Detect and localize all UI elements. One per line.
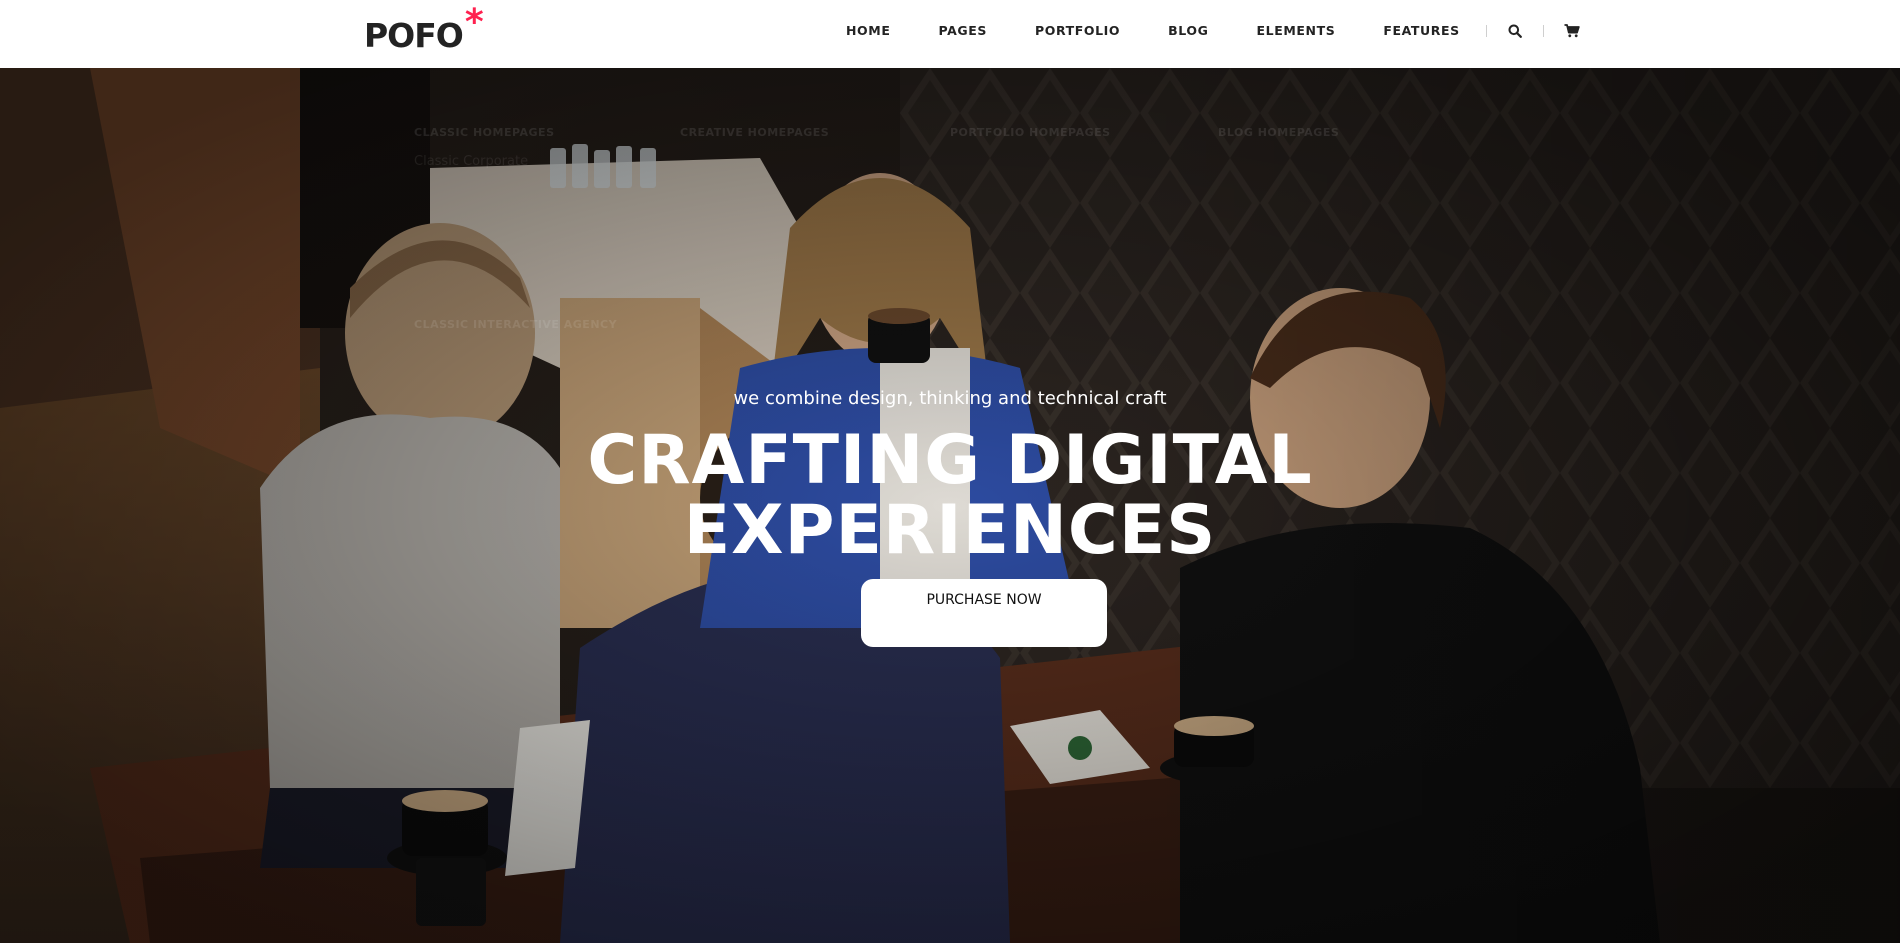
ghost-menu-item: Classic Corporate <box>414 154 529 169</box>
hero-headline-line1: CRAFTING DIGITAL <box>587 421 1313 500</box>
ghost-menu-heading: CLASSIC HOMEPAGES <box>414 126 555 139</box>
nav-item-portfolio[interactable]: PORTFOLIO <box>1011 0 1144 62</box>
hero-headline-line2: EXPERIENCES <box>683 491 1217 570</box>
site-logo[interactable]: POFO * <box>364 2 484 58</box>
ghost-menu-heading: BLOG HOMEPAGES <box>1218 126 1340 139</box>
hero-section: CLASSIC HOMEPAGES Classic Corporate CREA… <box>0 68 1900 943</box>
nav-item-home[interactable]: HOME <box>824 0 914 62</box>
ghost-menu-heading: CREATIVE HOMEPAGES <box>680 126 830 139</box>
nav-item-features[interactable]: FEATURES <box>1359 0 1483 62</box>
hero-tagline: we combine design, thinking and technica… <box>733 388 1167 409</box>
site-header: POFO * HOME PAGES PORTFOLIO BLOG ELEMENT… <box>0 0 1900 68</box>
search-icon[interactable] <box>1489 0 1541 62</box>
nav-divider <box>1542 25 1544 37</box>
purchase-now-button[interactable]: PURCHASE NOW <box>861 579 1107 647</box>
main-nav: HOME PAGES PORTFOLIO BLOG ELEMENTS FEATU… <box>824 0 1598 62</box>
logo-asterisk: * <box>464 2 484 43</box>
ghost-menu-heading: CLASSIC INTERACTIVE AGENCY <box>414 318 618 331</box>
hero-headline: CRAFTING DIGITAL EXPERIENCES <box>0 426 1900 566</box>
nav-item-elements[interactable]: ELEMENTS <box>1233 0 1360 62</box>
nav-item-pages[interactable]: PAGES <box>914 0 1011 62</box>
nav-divider <box>1485 25 1487 37</box>
cart-icon[interactable] <box>1546 0 1598 62</box>
nav-item-blog[interactable]: BLOG <box>1144 0 1232 62</box>
ghost-menu-heading: PORTFOLIO HOMEPAGES <box>950 126 1111 139</box>
logo-wordmark: POFO <box>364 16 464 55</box>
